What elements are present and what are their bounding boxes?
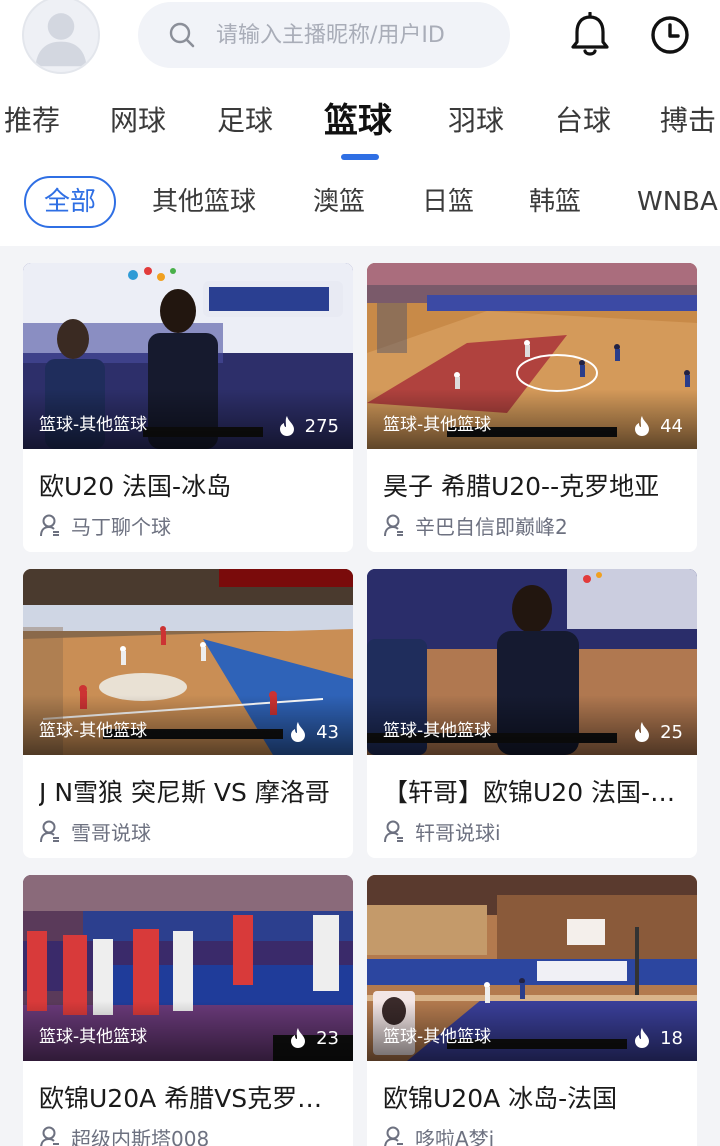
- subcategory-tabs: 全部 其他篮球 澳篮 日篮 韩篮 WNBA: [0, 176, 720, 232]
- user-icon: [40, 514, 59, 536]
- category-tag: 篮球-其他篮球: [383, 415, 492, 435]
- user-icon: [40, 820, 59, 842]
- tab-recommend[interactable]: 推荐: [4, 92, 60, 150]
- subtab-japan[interactable]: 日篮: [422, 176, 474, 228]
- stream-card[interactable]: 篮球-其他篮球 23 欧锦U20A 希腊VS克罗地亚 超级内斯塔008: [23, 875, 353, 1146]
- user-icon: [384, 514, 403, 536]
- heat-value: 23: [316, 1027, 339, 1049]
- bell-icon[interactable]: [569, 12, 611, 58]
- subtab-korea[interactable]: 韩篮: [529, 176, 581, 228]
- tab-tennis[interactable]: 网球: [110, 92, 166, 150]
- search-input[interactable]: [216, 22, 496, 48]
- stream-author: 马丁聊个球: [39, 511, 171, 540]
- top-bar: 推荐 网球 足球 篮球 羽球 台球 搏击 全部 其他篮球 澳篮 日篮 韩篮 WN…: [0, 0, 720, 246]
- category-tag: 篮球-其他篮球: [383, 721, 492, 741]
- stream-thumbnail: 篮球-其他篮球 275: [23, 263, 353, 449]
- tab-basketball[interactable]: 篮球: [324, 92, 392, 150]
- heat-count: 44: [632, 415, 683, 437]
- stream-card[interactable]: 篮球-其他篮球 275 欧U20 法国-冰岛 马丁聊个球: [23, 263, 353, 552]
- category-tag: 篮球-其他篮球: [39, 721, 148, 741]
- search-icon: [169, 22, 195, 48]
- clock-icon[interactable]: [649, 14, 691, 56]
- author-name: 马丁聊个球: [71, 515, 171, 539]
- stream-title: J N雪狼 突尼斯 VS 摩洛哥: [39, 778, 330, 807]
- stream-thumbnail: 篮球-其他篮球 25: [367, 569, 697, 755]
- category-tag: 篮球-其他篮球: [383, 1027, 492, 1047]
- stream-card[interactable]: 篮球-其他篮球 44 昊子 希腊U20--克罗地亚 辛巴自信即巅峰2: [367, 263, 697, 552]
- stream-thumbnail: 篮球-其他篮球 43: [23, 569, 353, 755]
- heat-count: 18: [632, 1027, 683, 1049]
- user-icon: [40, 1126, 59, 1146]
- subtab-australia[interactable]: 澳篮: [313, 176, 365, 228]
- flame-icon: [635, 416, 650, 436]
- user-icon: [384, 1126, 403, 1146]
- flame-icon: [291, 1028, 306, 1048]
- stream-title: 【轩哥】欧锦U20 法国-冰岛: [383, 778, 683, 807]
- heat-count: 275: [277, 415, 339, 437]
- stream-title: 欧U20 法国-冰岛: [39, 472, 232, 501]
- tab-billiards[interactable]: 台球: [555, 92, 611, 150]
- stream-author: 雪哥说球: [39, 817, 151, 846]
- user-avatar-icon[interactable]: [22, 0, 100, 74]
- tab-combat[interactable]: 搏击: [660, 92, 716, 150]
- author-name: 雪哥说球: [71, 821, 151, 845]
- heat-count: 43: [288, 721, 339, 743]
- tab-football[interactable]: 足球: [217, 92, 273, 150]
- stream-author: 辛巴自信即巅峰2: [383, 511, 568, 540]
- flame-icon: [635, 1028, 650, 1048]
- stream-title: 昊子 希腊U20--克罗地亚: [383, 472, 660, 501]
- flame-icon: [635, 722, 650, 742]
- user-icon: [384, 820, 403, 842]
- category-tabs: 推荐 网球 足球 篮球 羽球 台球 搏击: [0, 92, 720, 152]
- author-name: 哆啦A梦i: [415, 1127, 495, 1146]
- heat-value: 18: [660, 1027, 683, 1049]
- category-tag: 篮球-其他篮球: [39, 1027, 148, 1047]
- flame-icon: [291, 722, 306, 742]
- author-name: 辛巴自信即巅峰2: [415, 515, 568, 539]
- stream-card[interactable]: 篮球-其他篮球 43 J N雪狼 突尼斯 VS 摩洛哥 雪哥说球: [23, 569, 353, 858]
- tab-badminton[interactable]: 羽球: [448, 92, 504, 150]
- stream-card[interactable]: 篮球-其他篮球 25 【轩哥】欧锦U20 法国-冰岛 轩哥说球i: [367, 569, 697, 858]
- stream-author: 哆啦A梦i: [383, 1123, 494, 1146]
- stream-card[interactable]: 篮球-其他篮球 18 欧锦U20A 冰岛-法国 哆啦A梦i: [367, 875, 697, 1146]
- heat-value: 275: [304, 415, 339, 437]
- stream-author: 超级内斯塔008: [39, 1123, 209, 1146]
- stream-thumbnail: 篮球-其他篮球 23: [23, 875, 353, 1061]
- subtab-other-basketball[interactable]: 其他篮球: [152, 176, 256, 228]
- stream-thumbnail: 篮球-其他篮球 44: [367, 263, 697, 449]
- stream-title: 欧锦U20A 希腊VS克罗地亚: [39, 1084, 339, 1113]
- active-tab-indicator: [341, 154, 379, 160]
- flame-icon: [279, 416, 294, 436]
- subtab-all[interactable]: 全部: [24, 176, 116, 228]
- heat-value: 43: [316, 721, 339, 743]
- author-name: 轩哥说球i: [415, 821, 501, 845]
- heat-value: 25: [660, 721, 683, 743]
- author-name: 超级内斯塔008: [71, 1127, 210, 1146]
- heat-value: 44: [660, 415, 683, 437]
- stream-title: 欧锦U20A 冰岛-法国: [383, 1084, 618, 1113]
- stream-thumbnail: 篮球-其他篮球 18: [367, 875, 697, 1061]
- stream-author: 轩哥说球i: [383, 817, 501, 846]
- subtab-wnba[interactable]: WNBA: [637, 176, 718, 228]
- search-bar[interactable]: [138, 2, 510, 68]
- category-tag: 篮球-其他篮球: [39, 415, 148, 435]
- heat-count: 25: [632, 721, 683, 743]
- heat-count: 23: [288, 1027, 339, 1049]
